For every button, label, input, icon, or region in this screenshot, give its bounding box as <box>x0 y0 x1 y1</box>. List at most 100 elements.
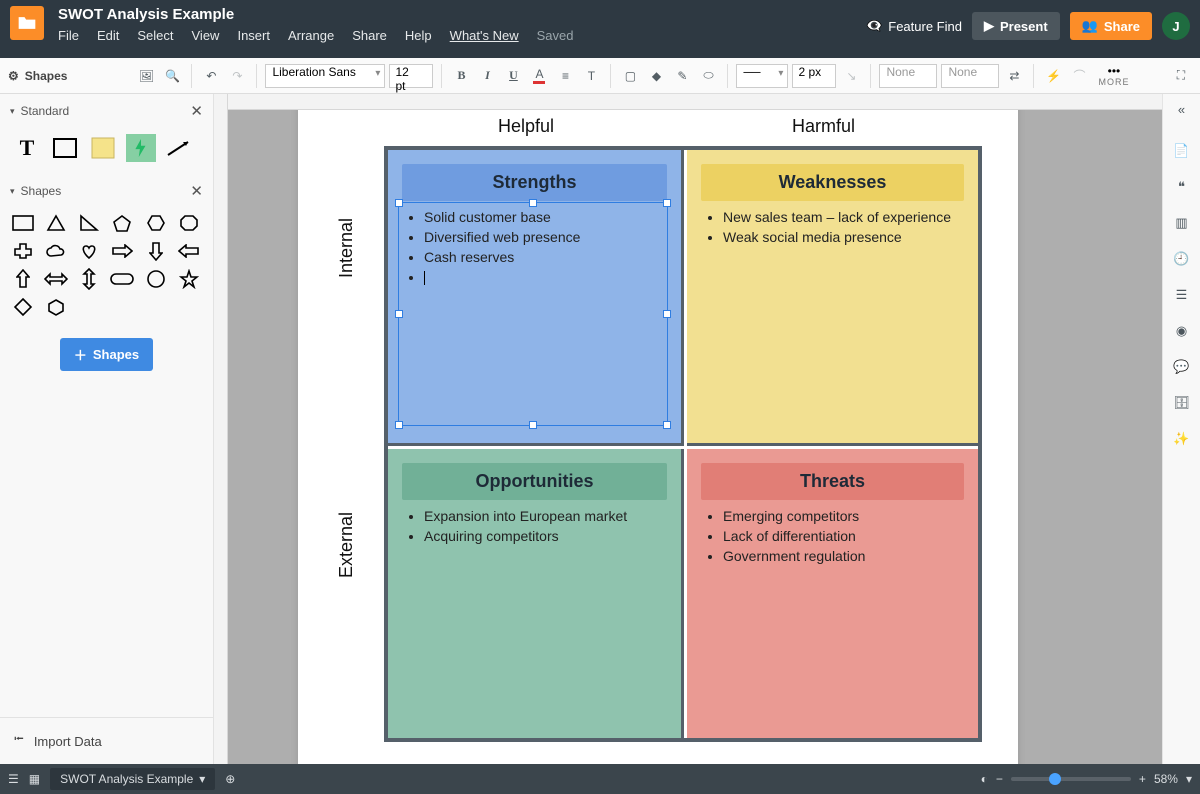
contrast-icon[interactable]: ◐ <box>981 772 988 786</box>
share-button[interactable]: 👥 Share <box>1070 12 1152 40</box>
data-icon[interactable]: 🗄 <box>1173 395 1190 411</box>
italic-button[interactable]: I <box>476 65 498 87</box>
menu-help[interactable]: Help <box>405 28 432 43</box>
shape-triangle[interactable] <box>43 212 69 234</box>
redo-button[interactable]: ↷ <box>226 65 248 87</box>
list-view-icon[interactable]: ☰ <box>8 772 19 786</box>
document-title[interactable]: SWOT Analysis Example <box>58 6 574 23</box>
comment-icon[interactable]: ❝ <box>1178 179 1185 195</box>
strengths-list[interactable]: Solid customer base Diversified web pres… <box>402 209 667 285</box>
magnet-icon[interactable]: ⌒ <box>1068 65 1090 87</box>
page[interactable]: Helpful Harmful Internal External Streng… <box>298 110 1018 764</box>
line-end-button[interactable]: ↘ <box>840 65 862 87</box>
zoom-slider[interactable] <box>1011 777 1131 781</box>
font-family-select[interactable]: Liberation Sans <box>265 64 385 88</box>
arrow-end-select[interactable]: None <box>941 64 999 88</box>
weaknesses-cell[interactable]: Weaknesses New sales team – lack of expe… <box>687 150 978 446</box>
feature-find-button[interactable]: 👁‍🗨 Feature Find <box>866 18 962 34</box>
shape-pill[interactable] <box>109 268 135 290</box>
more-button[interactable]: •••MORE <box>1098 64 1129 87</box>
present-button[interactable]: ▶ Present <box>972 12 1060 40</box>
shape-circle[interactable] <box>143 268 169 290</box>
close-icon[interactable]: ✕ <box>190 182 203 200</box>
strengths-cell[interactable]: Strengths Solid customer base Diversifie… <box>388 150 684 446</box>
chevron-down-icon[interactable]: ▾ <box>1186 772 1192 786</box>
chat-icon[interactable]: 💬 <box>1173 359 1189 375</box>
undo-button[interactable]: ↶ <box>200 65 222 87</box>
image-icon[interactable]: 🖼 <box>135 65 157 87</box>
threats-cell[interactable]: Threats Emerging competitors Lack of dif… <box>687 449 978 738</box>
line-color-button[interactable]: ✎ <box>671 65 693 87</box>
menu-file[interactable]: File <box>58 28 79 43</box>
zoom-in-button[interactable]: + <box>1139 772 1146 786</box>
menu-edit[interactable]: Edit <box>97 28 119 43</box>
search-icon[interactable]: 🔍 <box>161 65 183 87</box>
page-icon[interactable]: 📄 <box>1173 143 1189 159</box>
underline-button[interactable]: U <box>502 65 524 87</box>
note-shape[interactable] <box>88 134 118 162</box>
zoom-level[interactable]: 58% <box>1154 772 1178 786</box>
shape-diamond[interactable] <box>10 296 36 318</box>
menu-insert[interactable]: Insert <box>237 28 270 43</box>
shape-star[interactable] <box>176 268 202 290</box>
opportunities-cell[interactable]: Opportunities Expansion into European ma… <box>388 449 684 738</box>
menu-share[interactable]: Share <box>352 28 387 43</box>
shapes-section-header[interactable]: ▾ Shapes ✕ <box>0 174 213 208</box>
zoom-out-button[interactable]: − <box>996 772 1003 786</box>
shape-arrow-both-v[interactable] <box>76 268 102 290</box>
shape-cloud[interactable] <box>43 240 69 262</box>
menu-arrange[interactable]: Arrange <box>288 28 334 43</box>
presentation-icon[interactable]: ▥ <box>1175 215 1187 231</box>
drop-icon[interactable]: ◉ <box>1176 323 1187 339</box>
swap-icon[interactable]: ⇄ <box>1003 65 1025 87</box>
shape-pentagon[interactable] <box>109 212 135 234</box>
history-icon[interactable]: 🕘 <box>1173 251 1189 267</box>
add-shapes-button[interactable]: ＋Shapes <box>60 338 153 371</box>
shape-octagon[interactable] <box>176 212 202 234</box>
list-item-cursor[interactable] <box>424 269 667 285</box>
line-tool[interactable] <box>164 134 194 162</box>
shape-hexagon[interactable] <box>143 212 169 234</box>
shape-heart[interactable] <box>76 240 102 262</box>
shape-options-button[interactable]: ⬭ <box>697 65 719 87</box>
shape-arrow-both-h[interactable] <box>43 268 69 290</box>
shapes-toggle[interactable]: ⚙Shapes <box>8 69 67 83</box>
canvas[interactable]: Helpful Harmful Internal External Streng… <box>214 94 1162 764</box>
zoom-slider-knob[interactable] <box>1049 773 1061 785</box>
block-shape[interactable] <box>50 134 80 162</box>
line-width-select[interactable]: 2 px <box>792 64 836 88</box>
text-tool[interactable]: T <box>12 134 42 162</box>
import-data-button[interactable]: ⭰ Import Data <box>0 717 213 764</box>
shape-arrow-right[interactable] <box>109 240 135 262</box>
add-sheet-button[interactable]: ⊕ <box>225 772 235 786</box>
grid-view-icon[interactable]: ▦ <box>29 772 40 786</box>
shape-arrow-down[interactable] <box>143 240 169 262</box>
menu-whats-new[interactable]: What's New <box>450 28 519 43</box>
bolt-icon[interactable]: ⚡ <box>1042 65 1064 87</box>
align-button[interactable]: ≡ <box>554 65 576 87</box>
shape-polygon[interactable] <box>43 296 69 318</box>
user-avatar[interactable]: J <box>1162 12 1190 40</box>
arrow-start-select[interactable]: None <box>879 64 937 88</box>
menu-select[interactable]: Select <box>137 28 173 43</box>
text-style-button[interactable]: T <box>580 65 602 87</box>
text-color-button[interactable]: A <box>528 65 550 87</box>
sheet-tab[interactable]: SWOT Analysis Example▾ <box>50 768 215 790</box>
fill-button[interactable]: ▢ <box>619 65 641 87</box>
bucket-icon[interactable]: ◆ <box>645 65 667 87</box>
shape-arrow-up[interactable] <box>10 268 36 290</box>
line-style-select[interactable]: ── <box>736 64 788 88</box>
swot-grid[interactable]: Strengths Solid customer base Diversifie… <box>384 146 982 742</box>
standard-section-header[interactable]: ▾ Standard ✕ <box>0 94 213 128</box>
shape-rectangle[interactable] <box>10 212 36 234</box>
shape-cross[interactable] <box>10 240 36 262</box>
shape-right-triangle[interactable] <box>76 212 102 234</box>
layers-icon[interactable]: ☰ <box>1176 287 1188 303</box>
close-icon[interactable]: ✕ <box>190 102 203 120</box>
doc-icon[interactable] <box>10 6 44 40</box>
font-size-select[interactable]: 12 pt <box>389 64 433 88</box>
bold-button[interactable]: B <box>450 65 472 87</box>
shape-arrow-left[interactable] <box>176 240 202 262</box>
menu-view[interactable]: View <box>192 28 220 43</box>
sparkle-icon[interactable]: ✨ <box>1173 431 1189 447</box>
